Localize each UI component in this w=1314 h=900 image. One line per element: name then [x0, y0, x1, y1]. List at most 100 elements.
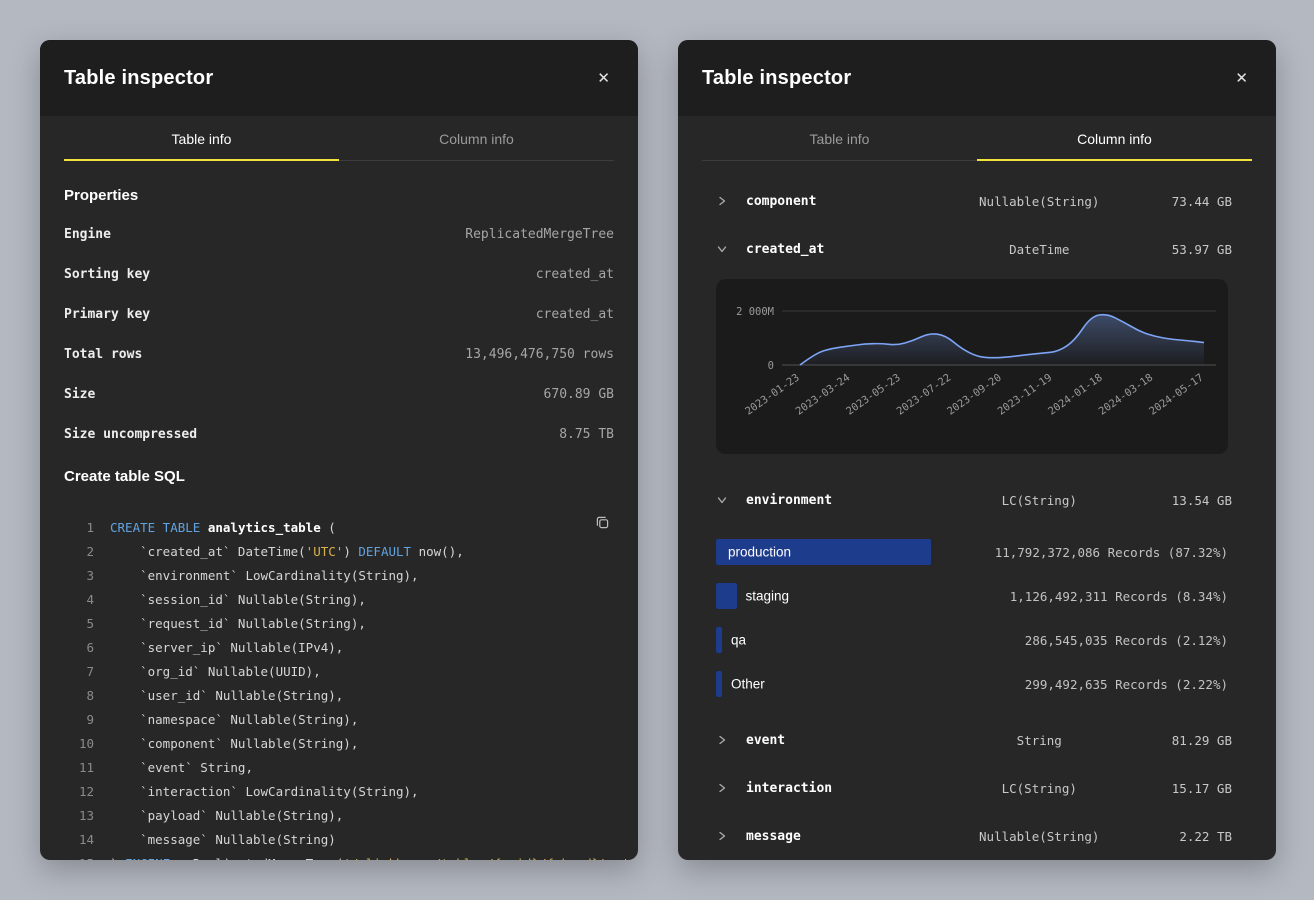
code-text: CREATE TABLE analytics_table ( — [110, 520, 336, 535]
property-label: Primary key — [64, 307, 150, 322]
property-value: 13,496,476,750 rows — [465, 347, 614, 362]
value-bar — [716, 671, 722, 697]
column-row-environment[interactable]: environment LC(String) 13.54 GB — [716, 476, 1232, 524]
value-label: staging — [746, 589, 790, 604]
property-value: created_at — [536, 307, 614, 322]
property-row-primary-key: Primary key created_at — [64, 294, 614, 334]
bar-track: Other — [716, 671, 1013, 697]
environment-distribution: production 11,792,372,086 Records (87.32… — [716, 524, 1232, 716]
tab-column-info[interactable]: Column info — [977, 116, 1252, 160]
code-text: `payload` Nullable(String), — [110, 808, 343, 823]
table-inspector-modal-table-info: Table inspector ✕ Table infoColumn info … — [40, 40, 638, 860]
code-line: 10 `component` Nullable(String), — [64, 731, 614, 755]
svg-text:2023-07-22: 2023-07-22 — [895, 372, 954, 418]
copy-icon[interactable] — [591, 511, 614, 537]
properties-list: Engine ReplicatedMergeTree Sorting key c… — [64, 214, 614, 454]
line-number: 2 — [64, 544, 94, 559]
code-line: 4 `session_id` Nullable(String), — [64, 587, 614, 611]
tab-table-info[interactable]: Table info — [702, 116, 977, 160]
property-row-size: Size 670.89 GB — [64, 374, 614, 414]
bar-track: qa — [716, 627, 1013, 653]
column-size: 13.54 GB — [1137, 493, 1232, 508]
property-row-sorting-key: Sorting key created_at — [64, 254, 614, 294]
line-number: 3 — [64, 568, 94, 583]
svg-text:2023-05-23: 2023-05-23 — [844, 372, 903, 418]
svg-text:0: 0 — [768, 360, 774, 372]
column-type: DateTime — [942, 242, 1138, 257]
property-value: created_at — [536, 267, 614, 282]
column-type: Nullable(String) — [942, 194, 1138, 209]
property-label: Total rows — [64, 347, 142, 362]
code-line: 11 `event` String, — [64, 755, 614, 779]
line-number: 11 — [64, 760, 94, 775]
property-label: Size uncompressed — [64, 427, 197, 442]
tab-label: Column info — [439, 131, 514, 147]
column-name: event — [746, 733, 942, 748]
table-inspector-modal-column-info: Table inspector ✕ Table infoColumn info … — [678, 40, 1276, 860]
line-number: 5 — [64, 616, 94, 631]
close-icon[interactable]: ✕ — [593, 67, 614, 90]
line-number: 8 — [64, 688, 94, 703]
value-bar — [716, 627, 722, 653]
column-name: message — [746, 829, 942, 844]
code-line: 1 CREATE TABLE analytics_table ( — [64, 515, 614, 539]
chevron-icon — [716, 830, 734, 842]
modal-header: Table inspector ✕ — [678, 40, 1276, 116]
column-name: created_at — [746, 242, 942, 257]
line-number: 12 — [64, 784, 94, 799]
column-name: environment — [746, 493, 942, 508]
panel-body: Properties Engine ReplicatedMergeTree So… — [40, 187, 638, 860]
code-text: `created_at` DateTime('UTC') DEFAULT now… — [110, 544, 464, 559]
property-label: Size — [64, 387, 95, 402]
value-records: 299,492,635 Records (2.22%) — [1025, 677, 1228, 692]
value-records: 286,545,035 Records (2.12%) — [1025, 633, 1228, 648]
tab-label: Table info — [172, 131, 232, 147]
line-number: 10 — [64, 736, 94, 751]
svg-text:2024-01-18: 2024-01-18 — [1046, 372, 1105, 418]
column-row-created-at[interactable]: created_at DateTime 53.97 GB — [716, 225, 1232, 273]
column-name: component — [746, 194, 942, 209]
column-row-interaction[interactable]: interaction LC(String) 15.17 GB — [716, 764, 1232, 812]
code-text: `namespace` Nullable(String), — [110, 712, 358, 727]
column-type: LC(String) — [942, 493, 1138, 508]
distribution-row-staging: staging 1,126,492,311 Records (8.34%) — [716, 574, 1228, 618]
svg-text:2023-11-19: 2023-11-19 — [996, 372, 1055, 418]
column-size: 81.29 GB — [1137, 733, 1232, 748]
tab-column-info[interactable]: Column info — [339, 116, 614, 160]
distribution-row-qa: qa 286,545,035 Records (2.12%) — [716, 618, 1228, 662]
column-row-message[interactable]: message Nullable(String) 2.22 TB — [716, 812, 1232, 860]
column-type: String — [942, 733, 1138, 748]
code-line: 9 `namespace` Nullable(String), — [64, 707, 614, 731]
property-value: ReplicatedMergeTree — [465, 227, 614, 242]
modal-title: Table inspector — [702, 67, 851, 90]
column-row-component[interactable]: component Nullable(String) 73.44 GB — [716, 177, 1232, 225]
property-row-size-uncompressed: Size uncompressed 8.75 TB — [64, 414, 614, 454]
svg-text:2 000M: 2 000M — [736, 306, 774, 318]
property-label: Sorting key — [64, 267, 150, 282]
code-text: `interaction` LowCardinality(String), — [110, 784, 419, 799]
value-label: qa — [731, 633, 746, 648]
property-label: Engine — [64, 227, 111, 242]
line-number: 15 — [64, 856, 94, 861]
column-size: 73.44 GB — [1137, 194, 1232, 209]
tab-table-info[interactable]: Table info — [64, 116, 339, 160]
code-line: 8 `user_id` Nullable(String), — [64, 683, 614, 707]
code-line: 7 `org_id` Nullable(UUID), — [64, 659, 614, 683]
column-size: 2.22 TB — [1137, 829, 1232, 844]
bar-track: production — [716, 539, 983, 565]
sql-code-block: 1 CREATE TABLE analytics_table ( 2 `crea… — [64, 515, 614, 860]
close-icon[interactable]: ✕ — [1231, 67, 1252, 90]
modal-header: Table inspector ✕ — [40, 40, 638, 116]
code-text: `org_id` Nullable(UUID), — [110, 664, 321, 679]
tab-bar: Table info Column info — [702, 116, 1252, 161]
code-text: `environment` LowCardinality(String), — [110, 568, 419, 583]
column-row-event[interactable]: event String 81.29 GB — [716, 716, 1232, 764]
created-at-histogram-chart: 2 000M02023-01-232023-03-242023-05-23202… — [716, 279, 1228, 454]
code-line: 14 `message` Nullable(String) — [64, 827, 614, 851]
svg-text:2024-03-18: 2024-03-18 — [1097, 372, 1156, 418]
tab-label: Column info — [1077, 131, 1152, 147]
property-value: 670.89 GB — [544, 387, 614, 402]
code-line: 12 `interaction` LowCardinality(String), — [64, 779, 614, 803]
line-number: 13 — [64, 808, 94, 823]
value-records: 11,792,372,086 Records (87.32%) — [995, 545, 1228, 560]
